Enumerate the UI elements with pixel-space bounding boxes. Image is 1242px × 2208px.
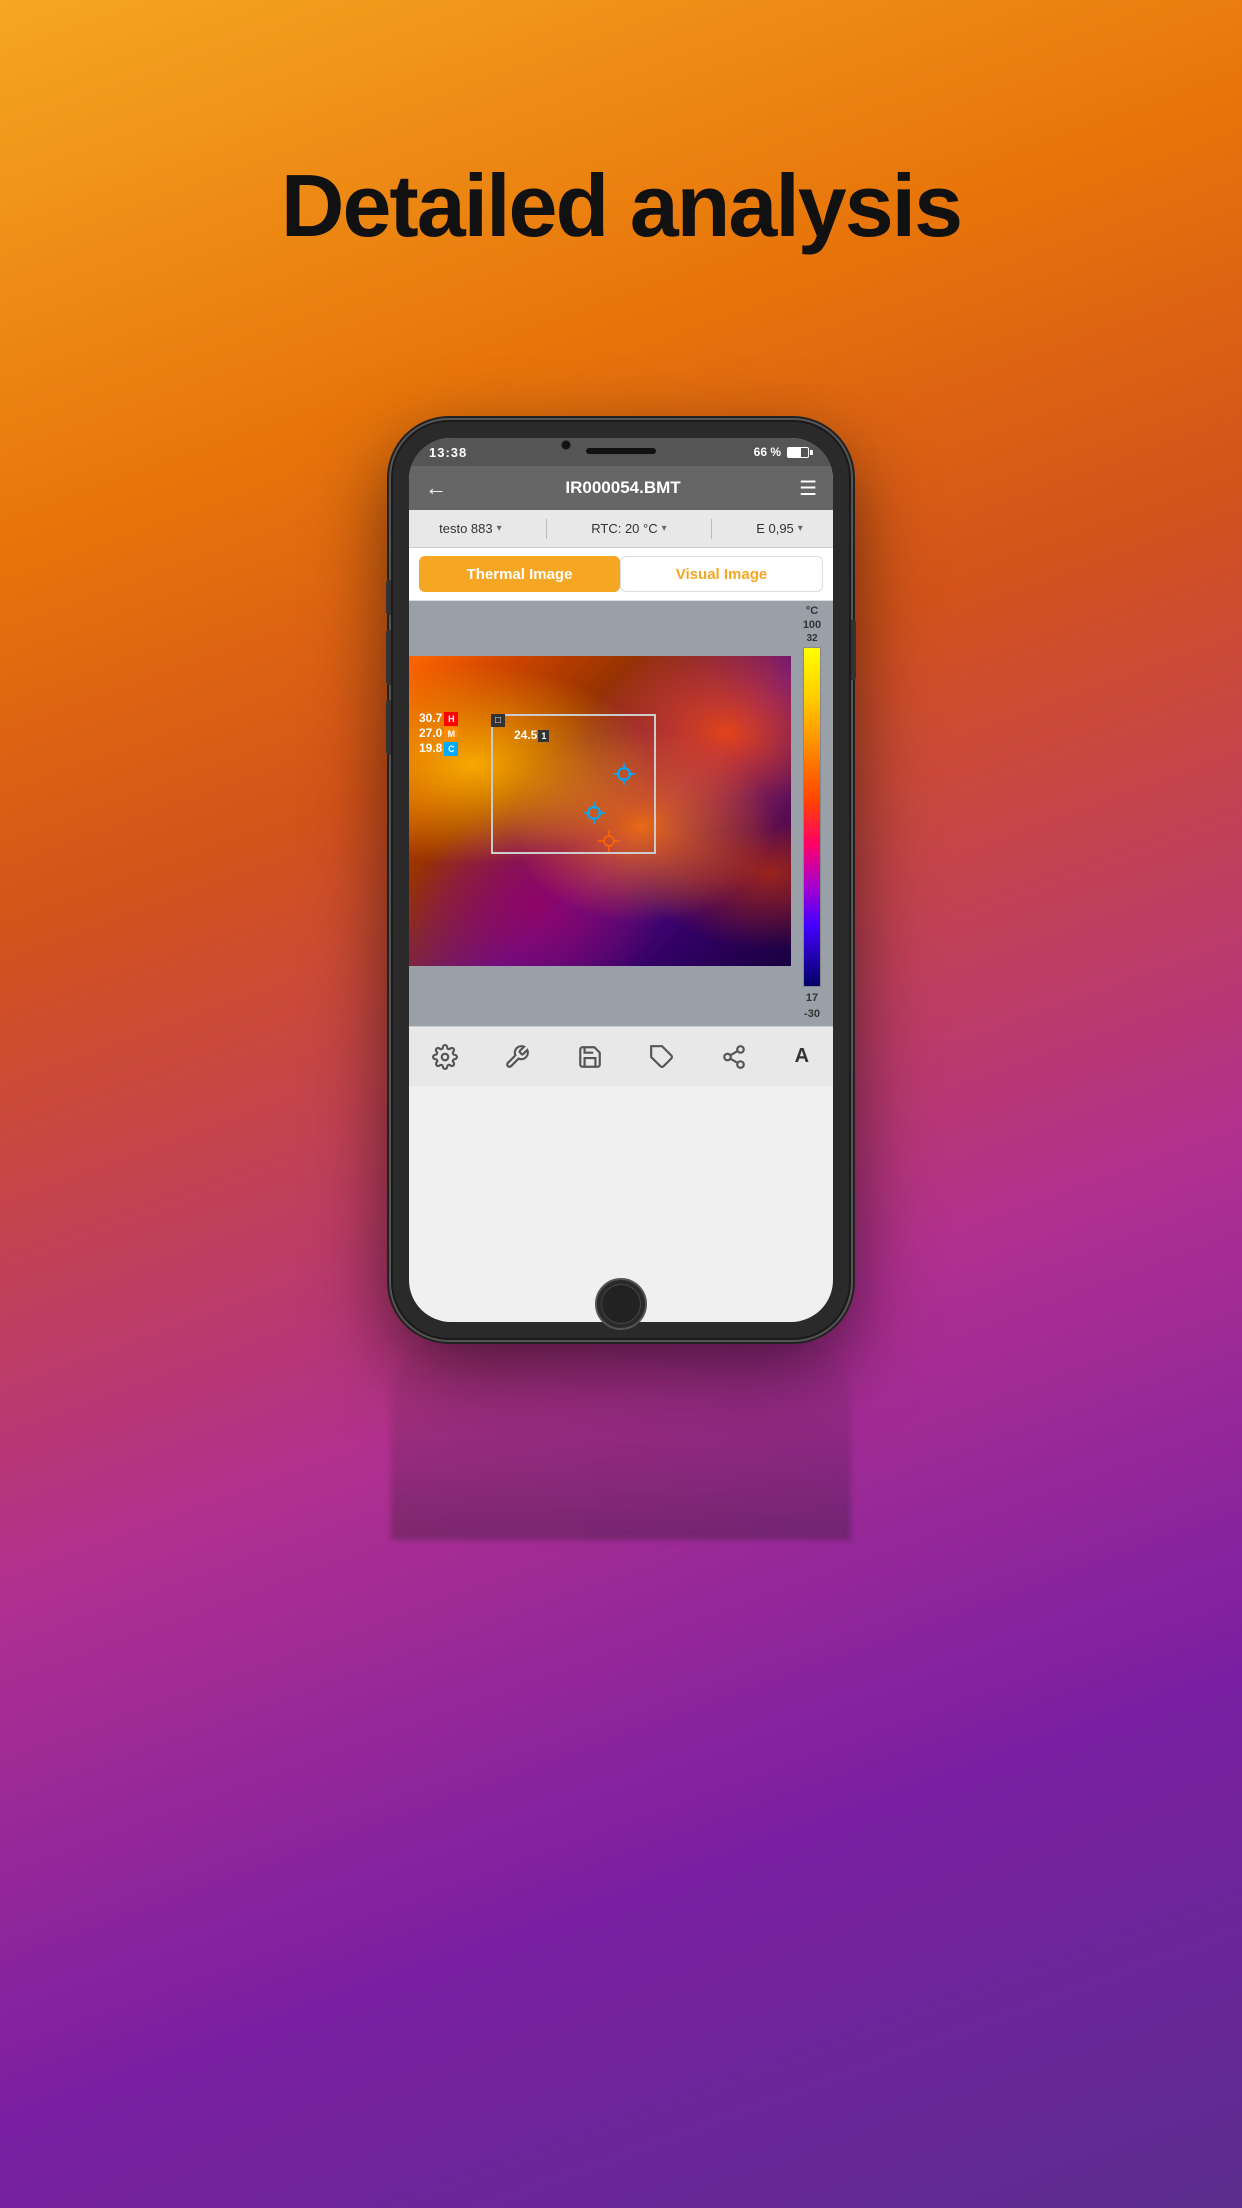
crosshair-2 xyxy=(583,802,605,824)
scale-lower-mid: 17 xyxy=(806,992,818,1004)
battery-icon xyxy=(787,447,813,458)
high-badge: H xyxy=(444,712,458,726)
tab-switcher: Thermal Image Visual Image xyxy=(409,548,833,601)
power-button xyxy=(851,620,856,680)
auto-button[interactable]: A xyxy=(787,1045,817,1068)
scale-bottom: -30 xyxy=(804,1008,820,1020)
device-chevron-icon: ▾ xyxy=(497,523,502,534)
main-image-section: 30.7H 27.0M 19.8C □ xyxy=(409,601,833,1026)
tab-visual[interactable]: Visual Image xyxy=(620,556,823,592)
temp-mid: 27.0M xyxy=(419,726,458,741)
temp-readings: 30.7H 27.0M 19.8C xyxy=(419,711,458,756)
page-title: Detailed analysis xyxy=(0,155,1242,257)
scale-top: 100 xyxy=(803,619,821,631)
cold-badge: C xyxy=(444,742,458,756)
save-button[interactable] xyxy=(570,1037,610,1077)
rtc-label: RTC: 20 °C xyxy=(591,521,657,536)
settings-button[interactable] xyxy=(425,1037,465,1077)
phone-reflection xyxy=(391,1340,851,1540)
menu-button[interactable]: ☰ xyxy=(799,476,817,501)
status-right: 66 % xyxy=(754,445,813,459)
front-camera xyxy=(561,440,571,450)
share-button[interactable] xyxy=(714,1037,754,1077)
device-label: testo 883 xyxy=(439,521,493,536)
speaker xyxy=(586,448,656,454)
header-title: IR000054.BMT xyxy=(565,478,680,498)
volume-down-button xyxy=(386,700,391,755)
image-col: 30.7H 27.0M 19.8C □ xyxy=(409,601,833,1026)
back-button[interactable]: ← xyxy=(425,475,447,501)
toolbar-separator-2 xyxy=(711,519,712,539)
thermal-image-wrapper: 30.7H 27.0M 19.8C □ xyxy=(409,656,833,966)
scale-unit: °C xyxy=(806,605,818,617)
crosshair-1 xyxy=(613,763,635,785)
meas-box-label: □ xyxy=(491,714,505,727)
tag-button[interactable] xyxy=(642,1037,682,1077)
home-button-inner xyxy=(601,1284,641,1324)
page-background: Detailed analysis 13:38 66 % xyxy=(0,0,1242,2208)
device-selector[interactable]: testo 883 ▾ xyxy=(439,521,502,536)
phone-screen: 13:38 66 % ← IR000054.BMT ☰ xyxy=(409,438,833,1322)
scale-gradient xyxy=(803,647,821,987)
app-header: ← IR000054.BMT ☰ xyxy=(409,466,833,510)
battery-body xyxy=(787,447,809,458)
emissivity-selector[interactable]: E 0,95 ▾ xyxy=(756,521,803,536)
mute-button xyxy=(386,580,391,615)
scale-bar: °C 100 32 17 -30 xyxy=(791,601,833,1026)
image-top-gray xyxy=(409,601,833,656)
spot-badge: 1 xyxy=(538,730,549,742)
phone-shell: 13:38 66 % ← IR000054.BMT ☰ xyxy=(391,420,851,1340)
rtc-selector[interactable]: RTC: 20 °C ▾ xyxy=(591,521,666,536)
emissivity-chevron-icon: ▾ xyxy=(798,523,803,534)
image-bottom-gray xyxy=(409,966,833,1026)
spot-reading: 24.51 xyxy=(514,728,549,742)
battery-tip xyxy=(810,450,813,455)
temp-cold: 19.8C xyxy=(419,741,458,756)
temp-high: 30.7H xyxy=(419,711,458,726)
scale-mid-upper: 32 xyxy=(806,633,817,644)
crosshair-3 xyxy=(598,830,620,852)
home-button[interactable] xyxy=(595,1278,647,1330)
bottom-toolbar: A xyxy=(409,1026,833,1086)
emissivity-label: E 0,95 xyxy=(756,521,794,536)
volume-up-button xyxy=(386,630,391,685)
rtc-chevron-icon: ▾ xyxy=(662,523,667,534)
tools-button[interactable] xyxy=(497,1037,537,1077)
battery-fill xyxy=(788,448,801,457)
toolbar-row: testo 883 ▾ RTC: 20 °C ▾ E 0,95 ▾ xyxy=(409,510,833,548)
battery-percent: 66 % xyxy=(754,445,781,459)
tab-thermal[interactable]: Thermal Image xyxy=(419,556,620,592)
status-time: 13:38 xyxy=(429,445,467,460)
mid-badge: M xyxy=(444,727,458,741)
toolbar-separator-1 xyxy=(546,519,547,539)
